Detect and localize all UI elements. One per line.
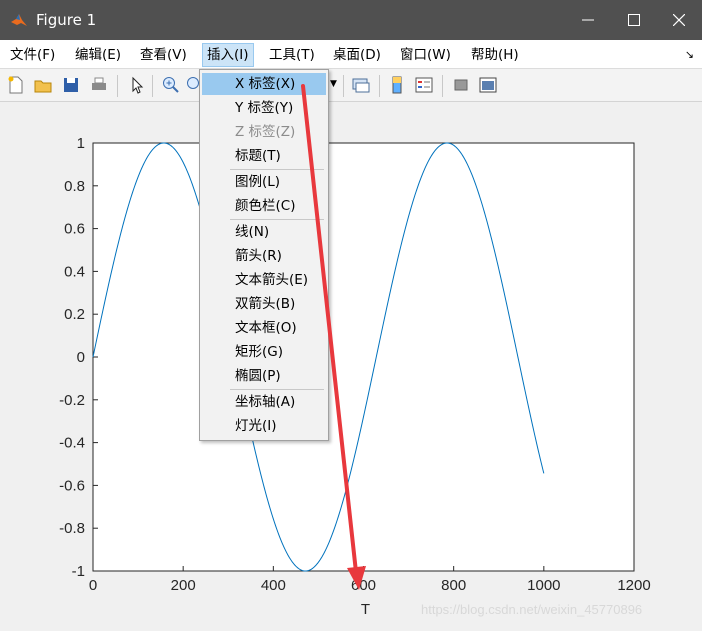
menu-help[interactable]: 帮助(H) <box>471 45 519 65</box>
menu-item-rectangle[interactable]: 矩形(G) <box>202 341 326 363</box>
y-tick-label: -0.4 <box>59 435 85 452</box>
menu-item-arrow[interactable]: 箭头(R) <box>202 245 326 267</box>
minimize-icon <box>582 19 594 21</box>
menu-desktop[interactable]: 桌面(D) <box>333 45 381 65</box>
dropdown-arrow-icon[interactable]: ▼ <box>330 79 337 89</box>
x-tick-label: 400 <box>261 577 286 594</box>
hide-plot-tools-icon[interactable] <box>451 75 471 95</box>
menu-item-light[interactable]: 灯光(I) <box>202 415 326 437</box>
menu-item-title[interactable]: 标题(T) <box>202 145 326 167</box>
show-plot-tools-icon[interactable] <box>478 75 498 95</box>
y-tick-label: -1 <box>72 563 85 580</box>
menu-item-z-label: Z 标签(Z) <box>235 124 296 140</box>
menu-item-textbox[interactable]: 文本框(O) <box>202 317 326 339</box>
watermark-text: https://blog.csdn.net/weixin_45770896 <box>421 602 643 617</box>
print-icon[interactable] <box>89 75 109 95</box>
close-button[interactable] <box>656 0 702 40</box>
close-icon <box>673 14 685 26</box>
menu-item-colorbar[interactable]: 颜色栏(C) <box>202 195 326 217</box>
y-tick-label: 0.4 <box>64 263 85 280</box>
menu-view[interactable]: 查看(V) <box>140 45 187 65</box>
y-tick-label: -0.8 <box>59 520 85 537</box>
dock-arrow-icon[interactable]: ↘ <box>685 48 694 61</box>
menu-item-legend[interactable]: 图例(L) <box>202 171 326 193</box>
toolbar-separator <box>442 75 443 97</box>
legend-icon[interactable] <box>414 75 434 95</box>
menu-separator <box>230 169 324 170</box>
menu-window[interactable]: 窗口(W) <box>400 45 451 65</box>
toolbar-separator <box>117 75 118 97</box>
x-tick-label: 800 <box>441 577 466 594</box>
menu-file[interactable]: 文件(F) <box>10 45 55 65</box>
menu-separator <box>230 389 324 390</box>
x-tick-label: 0 <box>89 577 97 594</box>
maximize-button[interactable] <box>611 0 657 40</box>
link-plot-icon[interactable] <box>351 75 371 95</box>
menu-bar: 文件(F) 编辑(E) 查看(V) 插入(I) 工具(T) 桌面(D) 窗口(W… <box>0 40 702 69</box>
y-tick-label: 1 <box>77 135 85 152</box>
maximize-icon <box>628 14 640 26</box>
menu-edit[interactable]: 编辑(E) <box>75 45 121 65</box>
x-axis-label[interactable]: T <box>361 601 370 618</box>
menu-item-x-label[interactable]: X 标签(X) <box>202 73 326 95</box>
toolbar-separator <box>379 75 380 97</box>
menu-item-axes[interactable]: 坐标轴(A) <box>202 391 326 413</box>
line-plot[interactable]: 0 200 400 600 800 1000 1200 -1 -0.8 -0.6 -0.4 -0.2… <box>0 102 702 631</box>
menu-item-y-label[interactable]: Y 标签(Y) <box>202 97 326 119</box>
matlab-logo-icon <box>11 14 27 26</box>
toolbar: ▼ <box>0 69 702 102</box>
title-bar: Figure 1 <box>0 0 702 40</box>
toolbar-separator <box>152 75 153 97</box>
y-axis-ticks: -1 -0.8 -0.6 -0.4 -0.2 0 0.2 0.4 0.6 0.8 1 <box>59 135 98 580</box>
y-tick-label: 0.6 <box>64 221 85 238</box>
menu-item-ellipse[interactable]: 椭圆(P) <box>202 365 326 387</box>
menu-insert[interactable]: 插入(I) <box>202 43 254 67</box>
y-tick-label: 0 <box>77 349 85 366</box>
colorbar-icon[interactable] <box>387 75 407 95</box>
x-tick-label: 1000 <box>527 577 560 594</box>
figure-canvas[interactable]: 0 200 400 600 800 1000 1200 -1 -0.8 -0.6 -0.4 -0.2… <box>0 102 702 631</box>
open-file-icon[interactable] <box>33 75 53 95</box>
zoom-in-icon[interactable] <box>161 75 181 95</box>
y-tick-label: 0.2 <box>64 306 85 323</box>
select-arrow-icon[interactable] <box>127 75 147 95</box>
menu-tools[interactable]: 工具(T) <box>269 45 315 65</box>
insert-dropdown-menu: X 标签(X) Y 标签(Y) Z 标签(Z) 标题(T) 图例(L) 颜色栏(… <box>199 69 329 441</box>
toolbar-separator <box>343 75 344 97</box>
menu-item-double-arrow[interactable]: 双箭头(B) <box>202 293 326 315</box>
save-icon[interactable] <box>61 75 81 95</box>
minimize-button[interactable] <box>565 0 611 40</box>
window-title: Figure 1 <box>36 11 97 29</box>
x-tick-label: 1200 <box>617 577 650 594</box>
x-tick-label: 600 <box>351 577 376 594</box>
new-figure-icon[interactable] <box>6 75 26 95</box>
y-tick-label: -0.6 <box>59 477 85 494</box>
x-tick-label: 200 <box>171 577 196 594</box>
y-tick-label: 0.8 <box>64 178 85 195</box>
axes-box <box>92 142 635 572</box>
menu-item-line[interactable]: 线(N) <box>202 221 326 243</box>
menu-separator <box>230 219 324 220</box>
menu-item-text-arrow[interactable]: 文本箭头(E) <box>202 269 326 291</box>
y-tick-label: -0.2 <box>59 392 85 409</box>
